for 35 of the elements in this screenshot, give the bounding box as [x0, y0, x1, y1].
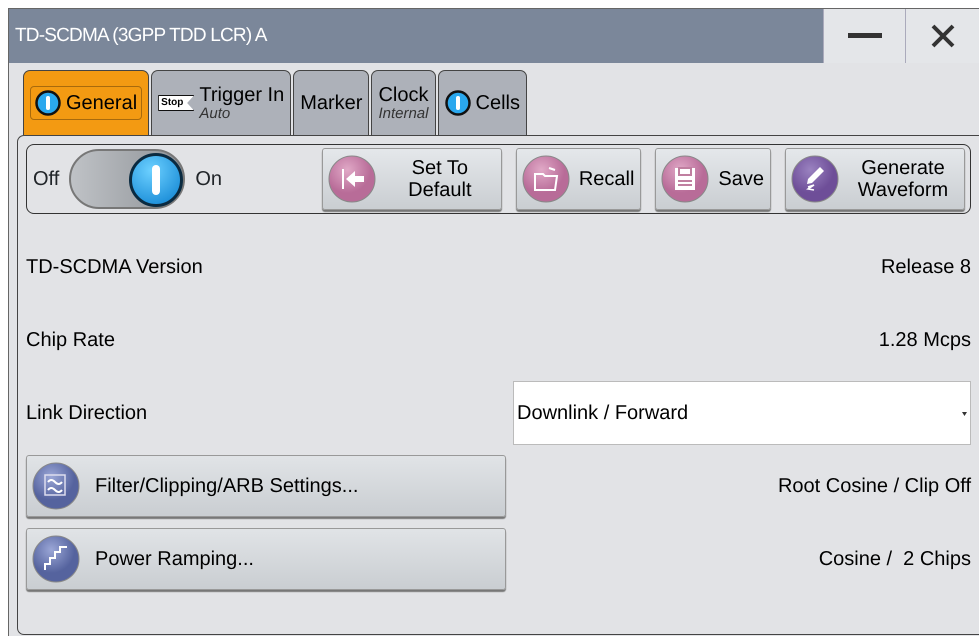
tab[interactable]: Clock Internal	[371, 70, 436, 135]
dropdown-caret-icon	[962, 412, 967, 416]
arrow-left-icon	[326, 154, 377, 204]
toolbar-button[interactable]: Recall	[516, 148, 642, 210]
off-label: Off	[33, 167, 60, 192]
toggle-knob-icon	[152, 165, 160, 195]
tab[interactable]: Cells	[438, 70, 527, 135]
window-title: TD-SCDMA (3GPP TDD LCR) A	[14, 24, 268, 48]
settings-button[interactable]: Power Ramping...	[26, 528, 506, 590]
setting-label: Chip Rate	[26, 328, 116, 352]
setting-value: Root Cosine / Clip Off	[778, 474, 971, 498]
setting-value: Cosine / 2 Chips	[818, 546, 971, 572]
toolbar-button[interactable]: Set To Default	[322, 148, 502, 210]
step-ramp-icon	[31, 534, 81, 584]
minimize-button[interactable]	[823, 9, 905, 63]
toolbar-button[interactable]: Generate Waveform	[785, 148, 965, 210]
toolbar-button[interactable]: Save	[655, 148, 771, 210]
on-label: On	[195, 167, 222, 192]
stop-flag-icon: Stop	[158, 95, 194, 111]
close-button[interactable]	[905, 9, 979, 63]
minimize-icon	[848, 33, 882, 39]
tab[interactable]: Stop Trigger In Auto	[151, 70, 292, 135]
setting-label: Link Direction	[26, 400, 148, 426]
tab[interactable]: Marker	[293, 70, 370, 135]
settings-button[interactable]: Filter/Clipping/ARB Settings...	[26, 454, 506, 516]
setting-label: TD-SCDMA Version	[26, 254, 204, 280]
pencil-icon	[790, 154, 840, 204]
dropdown-field[interactable]: Downlink / Forward	[513, 380, 971, 444]
tab[interactable]: General	[23, 70, 150, 135]
close-icon	[930, 24, 954, 48]
floppy-disk-icon	[660, 154, 710, 204]
setting-value: 1.28 Mcps	[878, 328, 971, 352]
folder-icon	[520, 154, 571, 204]
setting-value: Release 8	[880, 254, 971, 280]
filter-wave-icon	[31, 460, 81, 510]
